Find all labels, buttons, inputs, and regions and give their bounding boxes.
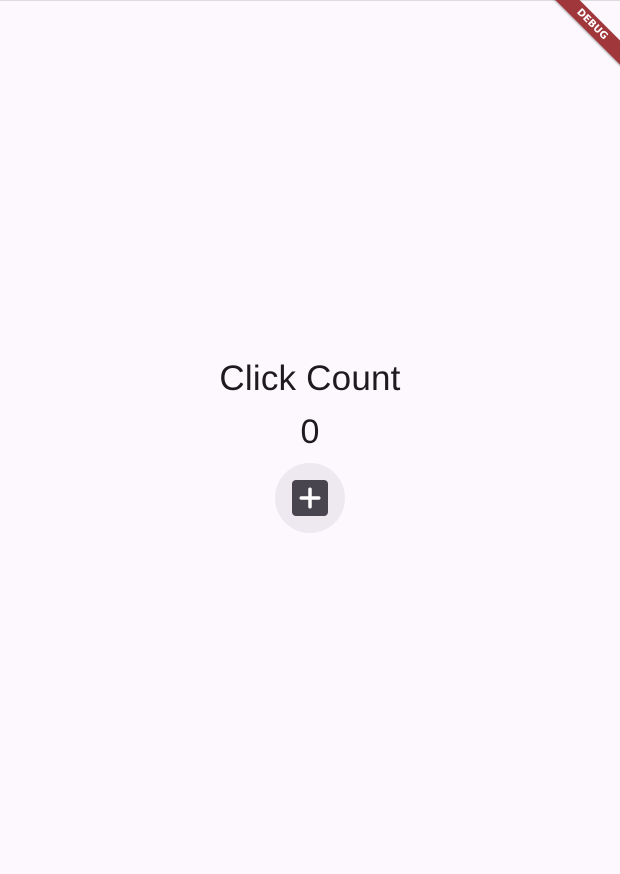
- add-box-icon: [292, 480, 328, 516]
- app-body: Click Count 0: [0, 0, 620, 874]
- counter-column: Click Count 0: [0, 355, 620, 533]
- page-title: Click Count: [219, 359, 401, 398]
- click-count-value: 0: [300, 413, 320, 451]
- increment-button[interactable]: [275, 463, 345, 533]
